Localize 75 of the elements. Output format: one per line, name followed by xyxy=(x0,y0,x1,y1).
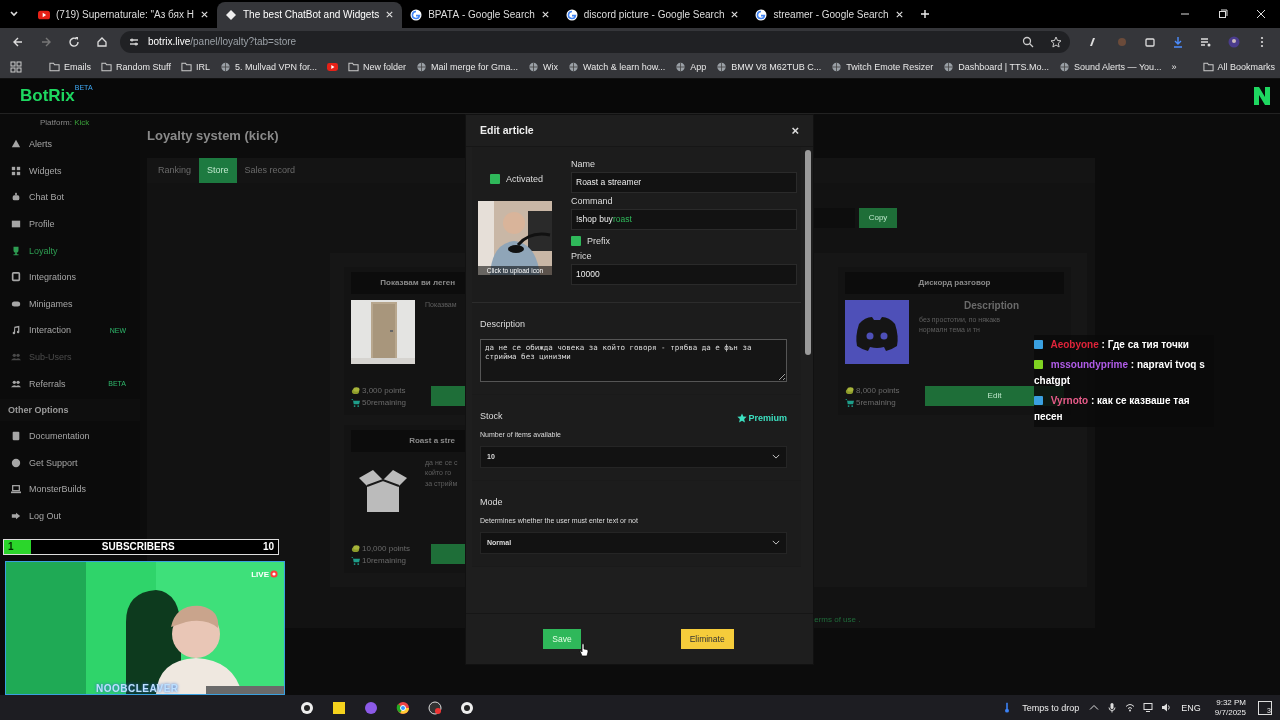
remaining-label: 10remaining xyxy=(362,555,407,565)
address-bar[interactable]: botrix.live/panel/loyalty?tab=store xyxy=(120,30,1070,53)
goal-count: 1 xyxy=(8,541,14,553)
nav-item[interactable]: Alerts xyxy=(0,130,140,158)
nav-item[interactable]: Get Support xyxy=(0,449,140,477)
bookmark[interactable]: Twitch Emote Resizer xyxy=(826,61,939,72)
live-label: LIVE xyxy=(251,569,278,579)
points-label: 3,000 points xyxy=(362,385,406,395)
points-label: 10,000 points xyxy=(362,543,411,553)
bookmark[interactable]: Emails xyxy=(44,61,96,72)
copy-button[interactable]: Copy xyxy=(859,207,897,228)
goal-label: SUBSCRIBERS xyxy=(100,541,176,553)
chat-message: Aeobyone : Где са тия точки xyxy=(1034,334,1214,355)
points-label: 8,000 points xyxy=(856,385,900,395)
bookmark[interactable]: Wix xyxy=(523,61,563,72)
browser-tab[interactable]: ВРАТА - Google Search xyxy=(402,1,558,28)
bookmark[interactable]: Mail merge for Gma... xyxy=(411,61,523,72)
bookmark[interactable]: BMW V8 M62TUB C... xyxy=(711,61,827,72)
browser-tab[interactable]: discord picture - Google Search xyxy=(557,1,748,28)
page-title: Loyalty system (kick) xyxy=(147,127,279,145)
tab[interactable]: Store xyxy=(199,157,237,183)
chat-message: mssoundyprime : napravi tvoq s chatgpt xyxy=(1034,357,1206,388)
nav-item[interactable]: Log Out xyxy=(0,502,140,530)
command-field[interactable]: !shop buyroast xyxy=(571,208,797,230)
bookmark[interactable]: Dashboard | TTS.Mo... xyxy=(938,61,1054,72)
nav-item[interactable]: Profile xyxy=(0,210,140,238)
nav-item[interactable]: MonsterBuilds xyxy=(0,476,140,503)
activated-checkbox[interactable]: Activated xyxy=(490,170,544,187)
name-field[interactable]: Roast a streamer xyxy=(571,171,797,193)
card-title: Roast a stre xyxy=(408,436,455,446)
nav-item[interactable]: Integrations xyxy=(0,263,140,291)
browser-tab[interactable]: (719) Supernaturale: "Аз бях Н xyxy=(30,1,217,28)
clock-time[interactable]: 9:32 PM xyxy=(1216,697,1246,708)
tab[interactable]: Sales record xyxy=(236,157,304,183)
nav-item[interactable]: Loyalty xyxy=(0,237,140,264)
bookmark[interactable]: 5. Mullvad VPN for... xyxy=(214,61,322,72)
prefix-checkbox[interactable]: Prefix xyxy=(571,232,797,249)
streamer-name: NOOBCLEAVER xyxy=(96,682,179,694)
bookmark[interactable]: Random Stuff xyxy=(96,61,176,72)
premium-label: Premium xyxy=(737,412,787,423)
browser-tab[interactable]: streamer - Google Search xyxy=(747,1,912,28)
close-button[interactable]: × xyxy=(791,122,799,138)
field-label: Command xyxy=(571,195,614,206)
goal-target: 10 xyxy=(262,541,274,553)
remaining-label: 5remaining xyxy=(856,397,896,407)
bookmark[interactable]: New folder xyxy=(342,61,411,72)
nav-item[interactable]: Chat Bot xyxy=(0,184,140,211)
bookmark[interactable]: App xyxy=(670,61,712,72)
card-heading: Description xyxy=(963,299,1020,311)
section-label: Description xyxy=(480,318,527,329)
nav-item[interactable]: Minigames xyxy=(0,290,140,318)
bookmark[interactable]: All Bookmarks xyxy=(1197,61,1280,72)
nav-item[interactable]: Widgets xyxy=(0,157,140,185)
weather-text[interactable]: Temps to drop xyxy=(1022,702,1080,713)
logo[interactable]: BotRix xyxy=(20,85,75,106)
clock-date[interactable]: 9/7/2025 xyxy=(1214,707,1246,718)
field-label: Name xyxy=(571,158,596,169)
more-bookmarks[interactable]: » xyxy=(1166,61,1182,72)
nav-item[interactable]: Documentation xyxy=(0,422,140,450)
field-label: Price xyxy=(571,250,593,261)
card-title: Показвам ви леген xyxy=(379,278,455,288)
dialog-title: Edit article xyxy=(480,124,534,137)
language-indicator[interactable]: ENG xyxy=(1181,702,1201,713)
bookmark[interactable]: Watch & learn how... xyxy=(563,61,671,72)
platform-label: Platform: Kick xyxy=(39,116,91,129)
bookmark[interactable]: Sound Alerts — You... xyxy=(1054,61,1167,72)
bookmark[interactable]: IRL xyxy=(175,61,215,72)
delete-button[interactable]: Eliminate xyxy=(680,628,734,649)
price-field[interactable]: 10000 xyxy=(571,263,797,285)
section-label: Mode xyxy=(480,496,504,507)
section-label: Stock xyxy=(480,410,503,421)
card-title: Дискорд разговор xyxy=(918,278,991,288)
remaining-label: 50remaining xyxy=(362,397,407,407)
tab[interactable]: Ranking xyxy=(150,157,200,183)
browser-tab[interactable]: The best ChatBot and Widgets xyxy=(217,1,403,28)
